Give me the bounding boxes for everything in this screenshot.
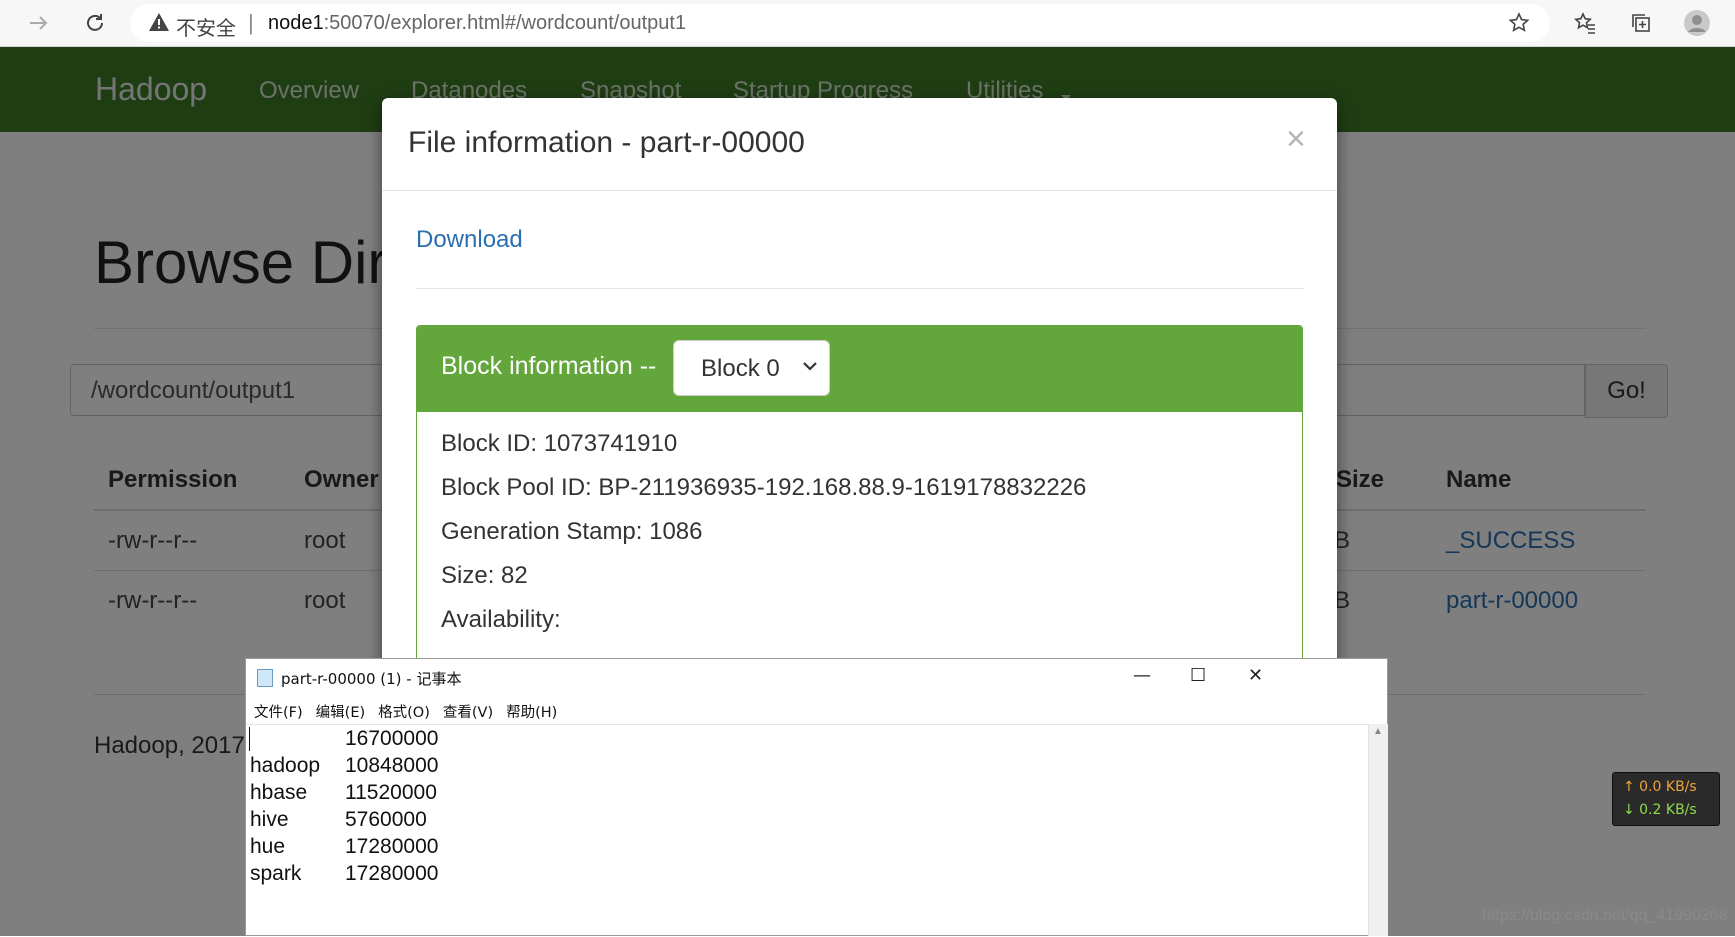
menu-file[interactable]: 文件(F) [254,705,303,721]
block-info-title: Block information -- [441,352,657,380]
url-path: :50070/explorer.html#/wordcount/output1 [323,12,687,34]
warning-icon [148,12,170,37]
insecure-label: 不安全 [176,18,236,40]
url-host: node1 [268,12,324,34]
watermark: https://blog.csdn.net/qq_41990268 [1482,907,1728,924]
chevron-down-icon [802,359,818,377]
network-speed-widget: ↑ 0.0 KB/s ↓ 0.2 KB/s [1612,772,1720,826]
notepad-menubar: 文件(F) 编辑(E) 格式(O) 查看(V) 帮助(H) [254,701,570,722]
menu-help[interactable]: 帮助(H) [506,705,557,721]
divider [382,190,1337,191]
modal-title: File information - part-r-00000 [408,126,805,159]
forward-icon[interactable] [22,6,56,40]
scroll-up-icon[interactable]: ▲ [1373,726,1383,737]
add-favorite-icon[interactable] [1508,12,1530,39]
download-link[interactable]: Download [416,226,523,254]
menu-format[interactable]: 格式(O) [378,705,430,721]
address-bar[interactable]: 不安全 | node1:50070/explorer.html#/wordcou… [130,4,1550,42]
favorites-icon[interactable] [1568,6,1602,40]
text-caret [249,727,250,751]
panel-heading: Block information -- Block 0 [417,326,1302,412]
block-id: Block ID: 1073741910 [441,430,678,457]
browser-toolbar: 不安全 | node1:50070/explorer.html#/wordcou… [0,0,1735,47]
notepad-text-area[interactable]: 16700000 hadoop 10848000 hbase 11520000 hi… [246,724,1368,937]
menu-view[interactable]: 查看(V) [443,705,493,721]
close-icon[interactable]: × [1286,120,1306,159]
download-speed: ↓ 0.2 KB/s [1623,802,1697,818]
block-select[interactable]: Block 0 [673,340,830,396]
menu-edit[interactable]: 编辑(E) [316,705,365,721]
profile-avatar[interactable] [1680,6,1714,40]
url-separator: | [248,10,254,35]
maximize-button[interactable]: ☐ [1190,665,1206,686]
availability: Availability: [441,606,561,633]
minimize-button[interactable]: — [1133,665,1151,686]
reload-icon[interactable] [78,6,112,40]
generation-stamp: Generation Stamp: 1086 [441,518,703,545]
block-pool-id: Block Pool ID: BP-211936935-192.168.88.9… [441,474,1087,501]
notepad-title: part-r-00000 (1) - 记事本 [281,670,462,688]
vertical-scrollbar[interactable]: ▲ [1368,724,1388,936]
notepad-window: part-r-00000 (1) - 记事本 — ☐ ✕ 文件(F) 编辑(E) 格… [245,658,1388,936]
url-text[interactable]: node1:50070/explorer.html#/wordcount/out… [268,12,686,35]
upload-speed: ↑ 0.0 KB/s [1623,779,1697,795]
block-select-value: Block 0 [701,355,780,382]
divider [416,288,1304,289]
notepad-icon [257,669,273,687]
collections-icon[interactable] [1624,6,1658,40]
close-button[interactable]: ✕ [1248,665,1263,686]
block-size: Size: 82 [441,562,528,589]
